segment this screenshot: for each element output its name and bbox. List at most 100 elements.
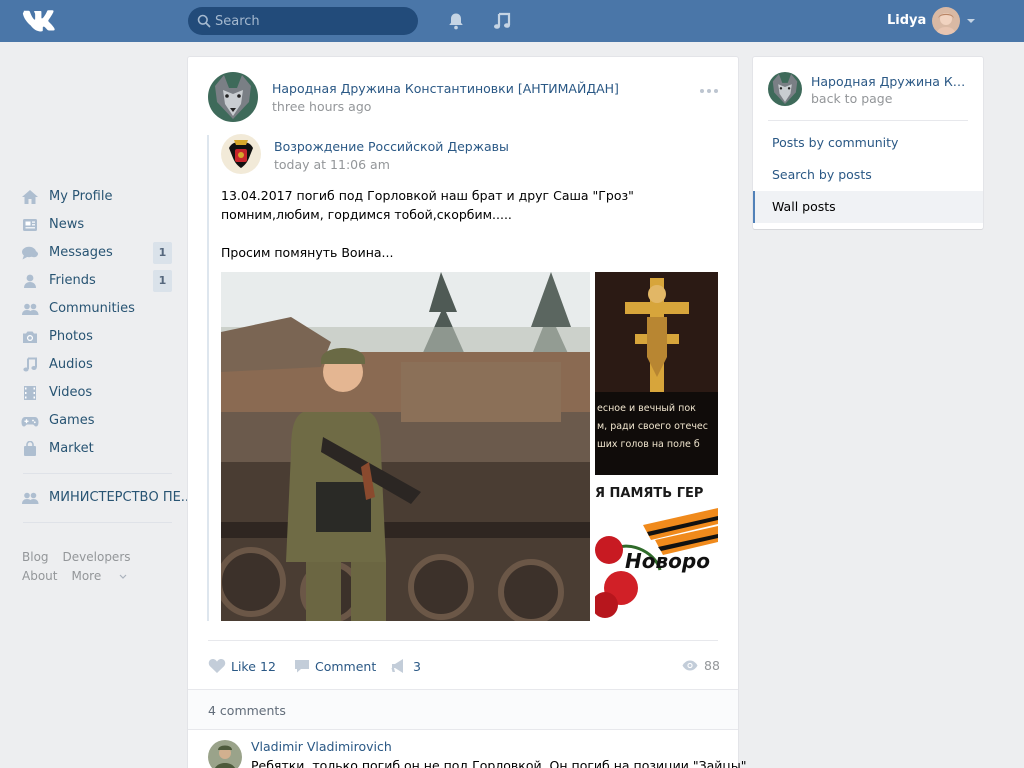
comment-item: Vladimir Vladimirovich Ребятки, только п… — [188, 731, 751, 768]
nav-item-messages[interactable]: Messages 1 — [18, 239, 178, 267]
post-photo-soldier[interactable] — [221, 272, 590, 621]
views-count: 88 — [704, 658, 720, 673]
repost-indicator — [207, 135, 209, 621]
nav-label[interactable]: Videos — [49, 385, 92, 400]
sidebar-link-posts-by-community[interactable]: Posts by community — [753, 127, 983, 159]
search-input[interactable] — [215, 7, 410, 35]
communities-icon — [22, 492, 39, 504]
film-icon — [24, 386, 36, 400]
sidebar-link-label: Posts by community — [772, 135, 899, 150]
share-button[interactable]: 3 — [391, 658, 431, 676]
music-note-icon — [23, 357, 37, 372]
nav-label[interactable]: Messages — [49, 245, 113, 260]
shopping-bag-icon — [24, 441, 36, 456]
nav-label[interactable]: Friends — [49, 273, 96, 288]
search-icon — [197, 14, 211, 28]
megaphone-icon — [391, 659, 403, 673]
news-icon — [23, 219, 37, 231]
wall-post: Народная Дружина Константиновки [АНТИМАЙ… — [188, 57, 751, 768]
nav-item-my-profile[interactable]: My Profile — [18, 183, 178, 211]
sidebar-link-wall-posts[interactable]: Wall posts — [753, 191, 983, 223]
bell-icon[interactable] — [446, 11, 466, 31]
back-to-page-link[interactable]: back to page — [811, 91, 892, 106]
nav-label[interactable]: Games — [49, 413, 94, 428]
camera-icon — [23, 331, 37, 343]
nav-item-group[interactable]: МИНИСТЕРСТВО ПЕ... — [18, 484, 193, 512]
vk-logo-icon[interactable] — [22, 9, 56, 33]
post-photo-icon[interactable]: есное и вечный пок м, ради своего отечес… — [595, 272, 718, 475]
sidebar-link-label: Search by posts — [772, 167, 872, 182]
nav-label[interactable]: Audios — [49, 357, 93, 372]
sidebar-link-label: Wall posts — [772, 199, 836, 214]
gamepad-icon — [21, 417, 39, 427]
nav-divider — [23, 522, 172, 523]
comments-header[interactable]: 4 comments — [188, 689, 738, 730]
nav-item-communities[interactable]: Communities — [18, 295, 178, 323]
repost-author-link[interactable]: Возрождение Российской Державы — [274, 139, 509, 154]
post-text: 13.04.2017 погиб под Горловкой наш брат … — [221, 188, 634, 260]
left-navigation: My Profile News Messages 1 Friends 1 Com… — [18, 183, 193, 533]
footer-developers-link[interactable]: Developers — [63, 550, 131, 564]
friends-count-badge: 1 — [153, 270, 172, 292]
community-avatar[interactable] — [208, 72, 258, 122]
comment-icon — [295, 660, 309, 673]
nav-item-audios[interactable]: Audios — [18, 351, 178, 379]
eye-icon — [682, 660, 698, 671]
footer-links: Blog Developers About More — [22, 548, 182, 586]
share-count: 3 — [413, 659, 421, 674]
icon-caption-line-2: м, ради своего отечес — [597, 421, 708, 432]
communities-icon — [22, 303, 39, 315]
nav-label[interactable]: News — [49, 217, 84, 232]
footer-blog-link[interactable]: Blog — [22, 550, 49, 564]
commenter-avatar[interactable] — [208, 740, 242, 768]
banner-caption-line-1: Я ПАМЯТЬ ГЕР — [595, 486, 703, 501]
sidebar-link-search-by-posts[interactable]: Search by posts — [753, 159, 983, 191]
like-button[interactable]: Like 12 — [208, 658, 278, 676]
comment-author-link[interactable]: Vladimir Vladimirovich — [251, 739, 392, 754]
more-options-icon[interactable] — [699, 88, 719, 94]
messages-count-badge: 1 — [153, 242, 172, 264]
top-bar: Lidya — [0, 0, 1024, 42]
right-sidebar: Народная Дружина Конст... back to page P… — [753, 57, 983, 229]
home-icon — [22, 190, 38, 204]
messages-icon — [22, 246, 38, 260]
nav-label[interactable]: МИНИСТЕРСТВО ПЕ... — [49, 490, 193, 505]
repost-time[interactable]: today at 11:06 am — [274, 157, 390, 172]
nav-item-videos[interactable]: Videos — [18, 379, 178, 407]
icon-caption-line-1: есное и вечный пок — [597, 403, 696, 414]
community-avatar[interactable] — [768, 72, 802, 106]
community-name-link[interactable]: Народная Дружина Конст... — [811, 74, 971, 89]
like-count: 12 — [260, 659, 276, 674]
comments-count[interactable]: 4 comments — [208, 703, 286, 718]
nav-label[interactable]: My Profile — [49, 189, 112, 204]
comment-text: Ребятки, только погиб он не под Горловко… — [251, 758, 751, 768]
nav-item-friends[interactable]: Friends 1 — [18, 267, 178, 295]
heart-icon — [208, 659, 226, 673]
nav-item-photos[interactable]: Photos — [18, 323, 178, 351]
post-divider — [208, 640, 718, 641]
post-time[interactable]: three hours ago — [272, 99, 371, 114]
nav-label[interactable]: Photos — [49, 329, 93, 344]
repost-avatar[interactable] — [221, 134, 261, 174]
chevron-down-icon — [119, 574, 127, 579]
user-name[interactable]: Lidya — [887, 13, 926, 28]
nav-label[interactable]: Market — [49, 441, 94, 456]
banner-caption-line-2: Новоро — [625, 549, 710, 573]
like-label: Like — [231, 659, 256, 674]
footer-about-link[interactable]: About — [22, 569, 57, 583]
music-note-icon[interactable] — [492, 11, 512, 31]
user-menu[interactable]: Lidya — [880, 0, 980, 42]
friends-icon — [24, 274, 36, 288]
user-avatar[interactable] — [932, 7, 960, 35]
post-photo-banner[interactable]: Я ПАМЯТЬ ГЕР Новоро — [595, 480, 718, 621]
post-author-link[interactable]: Народная Дружина Константиновки [АНТИМАЙ… — [272, 81, 619, 96]
search-box[interactable] — [188, 7, 418, 35]
nav-item-games[interactable]: Games — [18, 407, 178, 435]
nav-item-news[interactable]: News — [18, 211, 178, 239]
comment-button[interactable]: Comment — [294, 658, 384, 676]
footer-more-label: More — [71, 569, 102, 583]
chevron-down-icon[interactable] — [967, 19, 975, 23]
footer-more-link[interactable]: More — [71, 569, 127, 583]
nav-item-market[interactable]: Market — [18, 435, 178, 463]
nav-label[interactable]: Communities — [49, 301, 135, 316]
